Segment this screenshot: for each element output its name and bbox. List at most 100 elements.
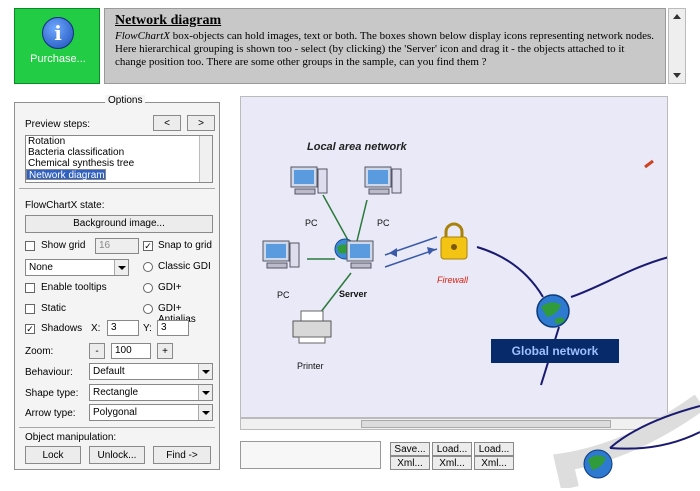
enable-tooltips-checkbox[interactable] xyxy=(25,283,35,293)
chevron-down-icon[interactable] xyxy=(114,260,128,275)
zoom-label: Zoom: xyxy=(25,346,54,357)
status-box xyxy=(240,441,381,469)
globe-icon xyxy=(536,294,570,328)
shadows-label: Shadows xyxy=(41,323,83,334)
chevron-down-icon[interactable] xyxy=(198,405,212,420)
chevron-down-icon[interactable] xyxy=(198,364,212,379)
lock-icon xyxy=(440,222,468,260)
arrow-head xyxy=(427,247,435,255)
state-label: FlowChartX state: xyxy=(25,200,105,211)
prev-step-button[interactable]: < xyxy=(153,115,181,131)
global-network-label: Global network xyxy=(491,339,619,363)
shadows-checkbox[interactable]: ✓ xyxy=(25,324,35,334)
arrow-type-label: Arrow type: xyxy=(25,408,76,419)
shape-type-value: Rectangle xyxy=(93,387,139,398)
firewall-label: Firewall xyxy=(437,275,469,285)
save-xml-button[interactable]: Xml... xyxy=(390,456,430,470)
divider xyxy=(19,188,215,189)
shape-type-label: Shape type: xyxy=(25,388,79,399)
overlay-drawing xyxy=(553,394,700,491)
load-2-button[interactable]: Load... xyxy=(474,442,514,456)
shadow-y-field[interactable]: 3 xyxy=(157,320,189,336)
chevron-down-icon[interactable] xyxy=(198,385,212,400)
shadow-x-field[interactable]: 3 xyxy=(107,320,139,336)
description-body: FlowChartX box-objects can hold images, … xyxy=(115,30,655,69)
gdi-antialias-radio[interactable] xyxy=(143,304,153,314)
unlock-button[interactable]: Unlock... xyxy=(89,446,145,464)
arrow-type-select[interactable]: Polygonal xyxy=(89,404,213,421)
static-checkbox[interactable] xyxy=(25,304,35,314)
arrow-head xyxy=(389,248,397,257)
gdi-plus-label: GDI+ xyxy=(158,282,182,293)
zoom-in-button[interactable]: + xyxy=(157,343,173,359)
info-icon: i xyxy=(42,17,74,49)
grid-style-select[interactable]: None xyxy=(25,259,129,276)
preview-steps-label: Preview steps: xyxy=(25,119,91,130)
show-grid-checkbox[interactable] xyxy=(25,241,35,251)
save-button[interactable]: Save... xyxy=(390,442,430,456)
description-title: Network diagram xyxy=(115,13,222,28)
next-step-button[interactable]: > xyxy=(187,115,215,131)
connector-line xyxy=(476,246,544,298)
grid-style-value: None xyxy=(29,262,53,273)
snap-to-grid-label: Snap to grid xyxy=(158,240,212,251)
pc-label: PC xyxy=(305,218,318,228)
classic-gdi-radio[interactable] xyxy=(143,262,153,272)
pc-icon xyxy=(290,166,328,195)
grid-size-field[interactable]: 16 xyxy=(95,238,139,254)
behaviour-label: Behaviour: xyxy=(25,367,73,378)
snap-to-grid-checkbox[interactable]: ✓ xyxy=(143,241,153,251)
behaviour-select[interactable]: Default xyxy=(89,363,213,380)
static-label: Static xyxy=(41,303,67,314)
lan-title: Local area network xyxy=(307,141,407,153)
show-grid-label: Show grid xyxy=(41,240,86,251)
background-image-button[interactable]: Background image... xyxy=(25,215,213,233)
description-panel: Network diagram FlowChartX box-objects c… xyxy=(104,8,666,84)
list-item[interactable]: Chemical synthesis tree xyxy=(26,158,212,169)
server-icon xyxy=(346,240,374,269)
connector-line xyxy=(322,194,350,243)
zoom-field[interactable]: 100 xyxy=(111,343,151,359)
scroll-down-arrow-icon[interactable] xyxy=(673,73,681,78)
behaviour-value: Default xyxy=(93,366,125,377)
list-scrollbar[interactable] xyxy=(199,136,212,182)
object-manipulation-label: Object manipulation: xyxy=(25,432,117,443)
swoosh-mark xyxy=(644,159,654,169)
server-label: Server xyxy=(339,289,368,299)
pc-icon xyxy=(262,240,300,269)
pc-icon xyxy=(364,166,402,195)
gdi-plus-radio[interactable] xyxy=(143,283,153,293)
enable-tooltips-label: Enable tooltips xyxy=(41,282,107,293)
purchase-label: Purchase... xyxy=(30,53,86,65)
description-scrollbar[interactable] xyxy=(668,8,686,84)
classic-gdi-label: Classic GDI xyxy=(158,261,211,272)
lock-button[interactable]: Lock xyxy=(25,446,81,464)
list-item-selected[interactable]: Network diagram xyxy=(26,169,106,181)
zoom-out-button[interactable]: - xyxy=(89,343,105,359)
diagram-canvas[interactable]: Local area network PC PC PC Server Print… xyxy=(240,96,668,418)
options-title: Options xyxy=(105,95,146,106)
printer-icon xyxy=(292,310,332,344)
printer-label: Printer xyxy=(297,361,324,371)
find-button[interactable]: Find -> xyxy=(153,446,211,464)
list-item[interactable]: Rotation xyxy=(26,136,212,147)
pc-label: PC xyxy=(377,218,390,228)
connector-line xyxy=(570,256,667,298)
scroll-up-arrow-icon[interactable] xyxy=(673,14,681,19)
load-xml-button[interactable]: Xml... xyxy=(432,456,472,470)
load-button[interactable]: Load... xyxy=(432,442,472,456)
overlay-graphic xyxy=(550,392,700,491)
shape-type-select[interactable]: Rectangle xyxy=(89,384,213,401)
divider xyxy=(19,427,215,428)
pc-label: PC xyxy=(277,290,290,300)
steps-list[interactable]: Rotation Bacteria classification Chemica… xyxy=(25,135,213,183)
options-panel: Options Preview steps: < > Rotation Bact… xyxy=(14,95,220,470)
load-xml-2-button[interactable]: Xml... xyxy=(474,456,514,470)
shadow-y-label: Y: xyxy=(143,323,152,334)
product-name: FlowChartX xyxy=(115,30,171,42)
shadow-x-label: X: xyxy=(91,323,101,334)
list-item[interactable]: Bacteria classification xyxy=(26,147,212,158)
description-text: box-objects can hold images, text or bot… xyxy=(115,30,655,68)
connector-line xyxy=(356,199,368,242)
purchase-button[interactable]: i Purchase... xyxy=(14,8,100,84)
